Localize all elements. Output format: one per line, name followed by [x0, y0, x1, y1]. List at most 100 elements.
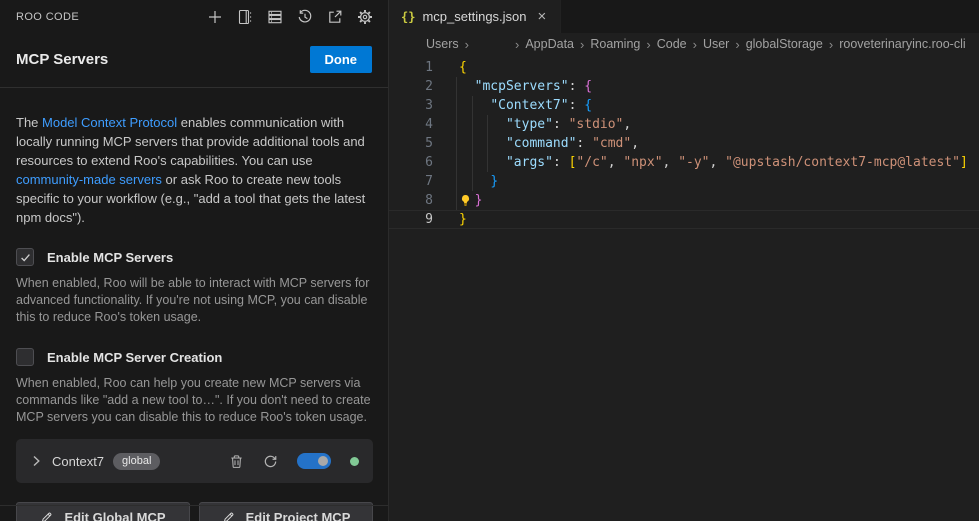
code-line-3[interactable]: 3 "Context7": {: [389, 96, 979, 115]
breadcrumb: Users››AppData›Roaming›Code›User›globalS…: [389, 33, 979, 55]
code-token: ,: [663, 153, 679, 172]
panel-body: The Model Context Protocol enables commu…: [0, 113, 388, 521]
checkmark-icon: [19, 251, 32, 264]
tab-mcp-settings[interactable]: {} mcp_settings.json ×: [389, 0, 561, 33]
chevron-right-icon[interactable]: [28, 453, 44, 469]
code-token: {: [459, 58, 467, 77]
server-row-context7[interactable]: Context7 global: [16, 439, 373, 483]
popout-icon[interactable]: [324, 6, 346, 28]
line-content: {: [433, 58, 467, 77]
mcp-panel: ROO CODE: [0, 0, 389, 521]
code-line-2[interactable]: 2 "mcpServers": {: [389, 77, 979, 96]
code-line-9[interactable]: 9}: [389, 210, 979, 229]
edit-global-mcp-label: Edit Global MCP: [64, 510, 165, 521]
breadcrumb-segment[interactable]: globalStorage: [746, 37, 823, 51]
code-line-7[interactable]: 7 }: [389, 172, 979, 191]
code-token: :: [553, 115, 569, 134]
enable-mcp-servers-description: When enabled, Roo will be able to intera…: [16, 275, 373, 326]
breadcrumb-separator: ›: [465, 37, 469, 52]
line-number: 4: [389, 115, 433, 134]
code-token: "args": [506, 153, 553, 172]
breadcrumb-segment[interactable]: User: [703, 37, 729, 51]
lightbulb-icon: [459, 194, 472, 207]
restart-icon[interactable]: [263, 454, 278, 469]
code-token: }: [490, 172, 498, 191]
code-token: "type": [506, 115, 553, 134]
breadcrumb-separator: ›: [646, 37, 650, 52]
line-content: }: [433, 172, 498, 191]
server-row-actions: [229, 453, 359, 469]
line-number: 6: [389, 153, 433, 172]
code-token: ]: [960, 153, 968, 172]
code-editor[interactable]: 1{2 "mcpServers": {3 "Context7": {4 "typ…: [389, 55, 979, 521]
code-token: "@upstash/context7-mcp@latest": [725, 153, 960, 172]
panel-bottom-divider: [0, 505, 388, 506]
server-enabled-toggle[interactable]: [297, 453, 331, 469]
gear-icon[interactable]: [354, 6, 376, 28]
toggle-knob: [318, 456, 328, 466]
model-context-protocol-link[interactable]: Model Context Protocol: [42, 115, 177, 130]
code-action-lightbulb[interactable]: [459, 194, 475, 207]
line-number: 3: [389, 96, 433, 115]
panel-topbar: ROO CODE: [0, 0, 388, 33]
intro-paragraph: The Model Context Protocol enables commu…: [16, 113, 373, 227]
code-token: [459, 77, 475, 96]
enable-mcp-servers-label[interactable]: Enable MCP Servers: [47, 250, 173, 265]
code-token: }: [475, 191, 483, 210]
close-icon[interactable]: ×: [534, 7, 551, 26]
enable-mcp-servers-checkbox[interactable]: [16, 248, 34, 266]
breadcrumb-segment[interactable]: Roaming: [590, 37, 640, 51]
breadcrumb-separator: ›: [693, 37, 697, 52]
enable-mcp-creation-row[interactable]: Enable MCP Server Creation: [16, 348, 373, 366]
code-token: }: [459, 210, 467, 229]
code-line-1[interactable]: 1{: [389, 58, 979, 77]
breadcrumb-segment[interactable]: rooveterinaryinc.roo-cli: [839, 37, 965, 51]
code-line-5[interactable]: 5 "command": "cmd",: [389, 134, 979, 153]
code-line-4[interactable]: 4 "type": "stdio",: [389, 115, 979, 134]
breadcrumb-separator: ›: [735, 37, 739, 52]
code-token: ,: [623, 115, 631, 134]
code-token: {: [584, 77, 592, 96]
plus-icon[interactable]: [204, 6, 226, 28]
tab-bar: {} mcp_settings.json ×: [389, 0, 979, 33]
panel-toolbar: [204, 6, 376, 28]
enable-mcp-creation-label[interactable]: Enable MCP Server Creation: [47, 350, 222, 365]
code-token: "command": [506, 134, 576, 153]
code-line-6[interactable]: 6 "args": ["/c", "npx", "-y", "@upstash/…: [389, 153, 979, 172]
panel-header: MCP Servers Done: [0, 33, 388, 87]
done-button[interactable]: Done: [310, 46, 373, 73]
breadcrumb-segment[interactable]: Code: [657, 37, 687, 51]
code-token: "stdio": [569, 115, 624, 134]
code-token: :: [569, 77, 585, 96]
code-line-8[interactable]: 8}: [389, 191, 979, 210]
indent-guide: [472, 96, 473, 191]
enable-mcp-servers-setting: Enable MCP Servers When enabled, Roo wil…: [16, 248, 373, 326]
breadcrumb-segment[interactable]: AppData: [525, 37, 574, 51]
enable-mcp-creation-checkbox[interactable]: [16, 348, 34, 366]
server-stack-icon[interactable]: [264, 6, 286, 28]
notebook-icon[interactable]: [234, 6, 256, 28]
code-token: "-y": [678, 153, 709, 172]
community-made-servers-link[interactable]: community-made servers: [16, 172, 162, 187]
code-lines: 1{2 "mcpServers": {3 "Context7": {4 "typ…: [389, 58, 979, 229]
code-token: ,: [608, 153, 624, 172]
code-token: "cmd": [592, 134, 631, 153]
code-token: [459, 96, 490, 115]
code-token: "/c": [576, 153, 607, 172]
code-token: [459, 153, 506, 172]
line-content: "args": ["/c", "npx", "-y", "@upstash/co…: [433, 153, 968, 172]
line-content: }: [433, 210, 467, 229]
code-token: [: [569, 153, 577, 172]
editor-pane: {} mcp_settings.json × Users › › AppData › Ro…: [389, 0, 979, 521]
pencil-icon: [40, 511, 53, 521]
code-token: ,: [631, 134, 639, 153]
server-name: Context7: [52, 454, 104, 469]
extension-title: ROO CODE: [16, 11, 79, 23]
history-icon[interactable]: [294, 6, 316, 28]
breadcrumb-separator: ›: [580, 37, 584, 52]
intro-text: The: [16, 115, 42, 130]
line-content: }: [433, 191, 482, 210]
breadcrumb-segment[interactable]: Users: [426, 37, 459, 51]
enable-mcp-servers-row[interactable]: Enable MCP Servers: [16, 248, 373, 266]
trash-icon[interactable]: [229, 454, 244, 469]
